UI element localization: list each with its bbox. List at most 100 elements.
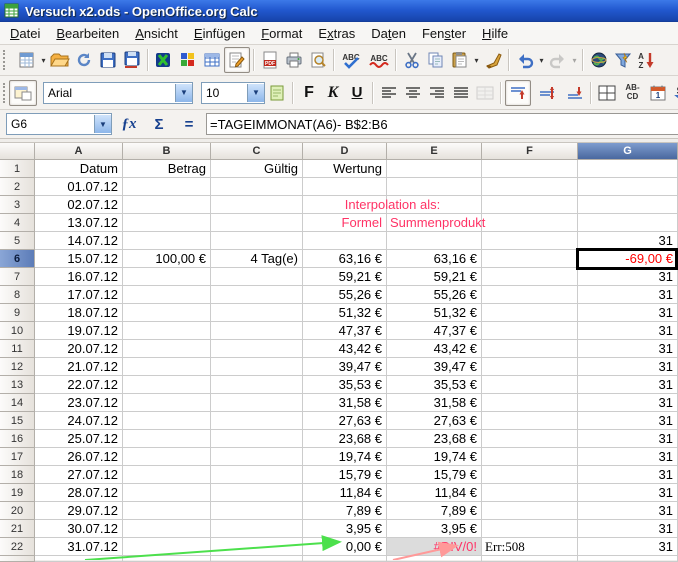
font-name-dropdown-icon[interactable]: ▼ (175, 84, 192, 102)
cell-E8[interactable]: 55,26 € (387, 286, 482, 304)
insert-table-icon[interactable] (200, 48, 224, 72)
cell-C5[interactable] (211, 232, 303, 250)
column-header-C[interactable]: C (211, 143, 303, 160)
cell-F14[interactable] (482, 394, 578, 412)
cell-B8[interactable] (123, 286, 211, 304)
cell-C6[interactable]: 4 Tag(e) (211, 250, 303, 268)
reload-icon[interactable] (72, 48, 96, 72)
cell-A12[interactable]: 21.07.12 (35, 358, 123, 376)
cell-A11[interactable]: 20.07.12 (35, 340, 123, 358)
undo-dropdown[interactable]: ▾ (537, 48, 546, 72)
redo-icon[interactable] (546, 48, 570, 72)
cell-D13[interactable]: 35,53 € (303, 376, 387, 394)
colors-icon[interactable] (176, 48, 200, 72)
cell-B21[interactable] (123, 520, 211, 538)
row-header-13[interactable]: 13 (0, 376, 35, 394)
cell-E21[interactable]: 3,95 € (387, 520, 482, 538)
cell-F9[interactable] (482, 304, 578, 322)
row-header-23[interactable] (0, 556, 35, 562)
row-header-20[interactable]: 20 (0, 502, 35, 520)
cell-B2[interactable] (123, 178, 211, 196)
cell-E15[interactable]: 27,63 € (387, 412, 482, 430)
cell-G16[interactable]: 31 (578, 430, 678, 448)
column-header-F[interactable]: F (482, 143, 578, 160)
cell-G22[interactable]: 31 (578, 538, 678, 556)
cell-B6[interactable]: 100,00 € (123, 250, 211, 268)
cell-E14[interactable]: 31,58 € (387, 394, 482, 412)
menu-item-einfügen[interactable]: Einfügen (186, 24, 253, 43)
row-header-17[interactable]: 17 (0, 448, 35, 466)
underline-icon[interactable]: U (345, 81, 369, 105)
cell-A8[interactable]: 17.07.12 (35, 286, 123, 304)
cell-B3[interactable] (123, 196, 211, 214)
cell-A7[interactable]: 16.07.12 (35, 268, 123, 286)
cell-F16[interactable] (482, 430, 578, 448)
cell-F18[interactable] (482, 466, 578, 484)
cell-A16[interactable]: 25.07.12 (35, 430, 123, 448)
cell-A4[interactable]: 13.07.12 (35, 214, 123, 232)
spellcheck-icon[interactable]: ABC (338, 48, 365, 72)
cell-C15[interactable] (211, 412, 303, 430)
row-header-12[interactable]: 12 (0, 358, 35, 376)
cell-D6[interactable]: 63,16 € (303, 250, 387, 268)
cell-G10[interactable]: 31 (578, 322, 678, 340)
cell-F12[interactable] (482, 358, 578, 376)
excel-x-icon[interactable] (152, 48, 176, 72)
cell-C10[interactable] (211, 322, 303, 340)
cell-A9[interactable]: 18.07.12 (35, 304, 123, 322)
cell-D23[interactable] (303, 556, 387, 562)
paste-dropdown[interactable]: ▾ (472, 48, 481, 72)
row-header-1[interactable]: 1 (0, 160, 35, 178)
cell-B19[interactable] (123, 484, 211, 502)
cell-B16[interactable] (123, 430, 211, 448)
cell-E17[interactable]: 19,74 € (387, 448, 482, 466)
cell-B13[interactable] (123, 376, 211, 394)
row-header-22[interactable]: 22 (0, 538, 35, 556)
cell-G3[interactable] (578, 196, 678, 214)
cell-C13[interactable] (211, 376, 303, 394)
cell-E6[interactable]: 63,16 € (387, 250, 482, 268)
edit-file-icon[interactable] (224, 47, 250, 73)
styles-window-icon[interactable] (9, 80, 37, 106)
align-top-icon[interactable] (505, 80, 531, 106)
cell-A5[interactable]: 14.07.12 (35, 232, 123, 250)
cell-E19[interactable]: 11,84 € (387, 484, 482, 502)
align-left-icon[interactable] (377, 81, 401, 105)
format-paintbrush-icon[interactable] (481, 48, 505, 72)
cell-B10[interactable] (123, 322, 211, 340)
cell-D4[interactable]: Formel (303, 214, 387, 232)
autofilter-icon[interactable] (611, 48, 635, 72)
italic-icon[interactable]: K (321, 81, 345, 105)
cell-D18[interactable]: 15,79 € (303, 466, 387, 484)
row-header-19[interactable]: 19 (0, 484, 35, 502)
cell-D7[interactable]: 59,21 € (303, 268, 387, 286)
row-header-6[interactable]: 6 (0, 250, 35, 268)
row-header-8[interactable]: 8 (0, 286, 35, 304)
cell-G13[interactable]: 31 (578, 376, 678, 394)
cell-B23[interactable] (123, 556, 211, 562)
export-pdf-icon[interactable]: PDF (258, 48, 282, 72)
cell-A17[interactable]: 26.07.12 (35, 448, 123, 466)
font-name-combo[interactable]: Arial ▼ (43, 82, 193, 104)
row-header-14[interactable]: 14 (0, 394, 35, 412)
cell-G2[interactable] (578, 178, 678, 196)
menu-item-daten[interactable]: Daten (363, 24, 414, 43)
cell-G15[interactable]: 31 (578, 412, 678, 430)
cell-F22[interactable]: Err:508 (482, 538, 578, 556)
cell-E5[interactable] (387, 232, 482, 250)
cell-B1[interactable]: Betrag (123, 160, 211, 178)
column-header-D[interactable]: D (303, 143, 387, 160)
cell-F7[interactable] (482, 268, 578, 286)
cell-E7[interactable]: 59,21 € (387, 268, 482, 286)
cell-D15[interactable]: 27,63 € (303, 412, 387, 430)
cell-E12[interactable]: 39,47 € (387, 358, 482, 376)
cell-C7[interactable] (211, 268, 303, 286)
cell-D2[interactable] (303, 178, 387, 196)
cell-C9[interactable] (211, 304, 303, 322)
cell-E22[interactable]: #DIV/0! (387, 538, 482, 556)
function-wizard-icon[interactable]: ƒx (116, 113, 142, 135)
cell-G20[interactable]: 31 (578, 502, 678, 520)
cell-C21[interactable] (211, 520, 303, 538)
justify-icon[interactable] (449, 81, 473, 105)
cell-F6[interactable] (482, 250, 578, 268)
